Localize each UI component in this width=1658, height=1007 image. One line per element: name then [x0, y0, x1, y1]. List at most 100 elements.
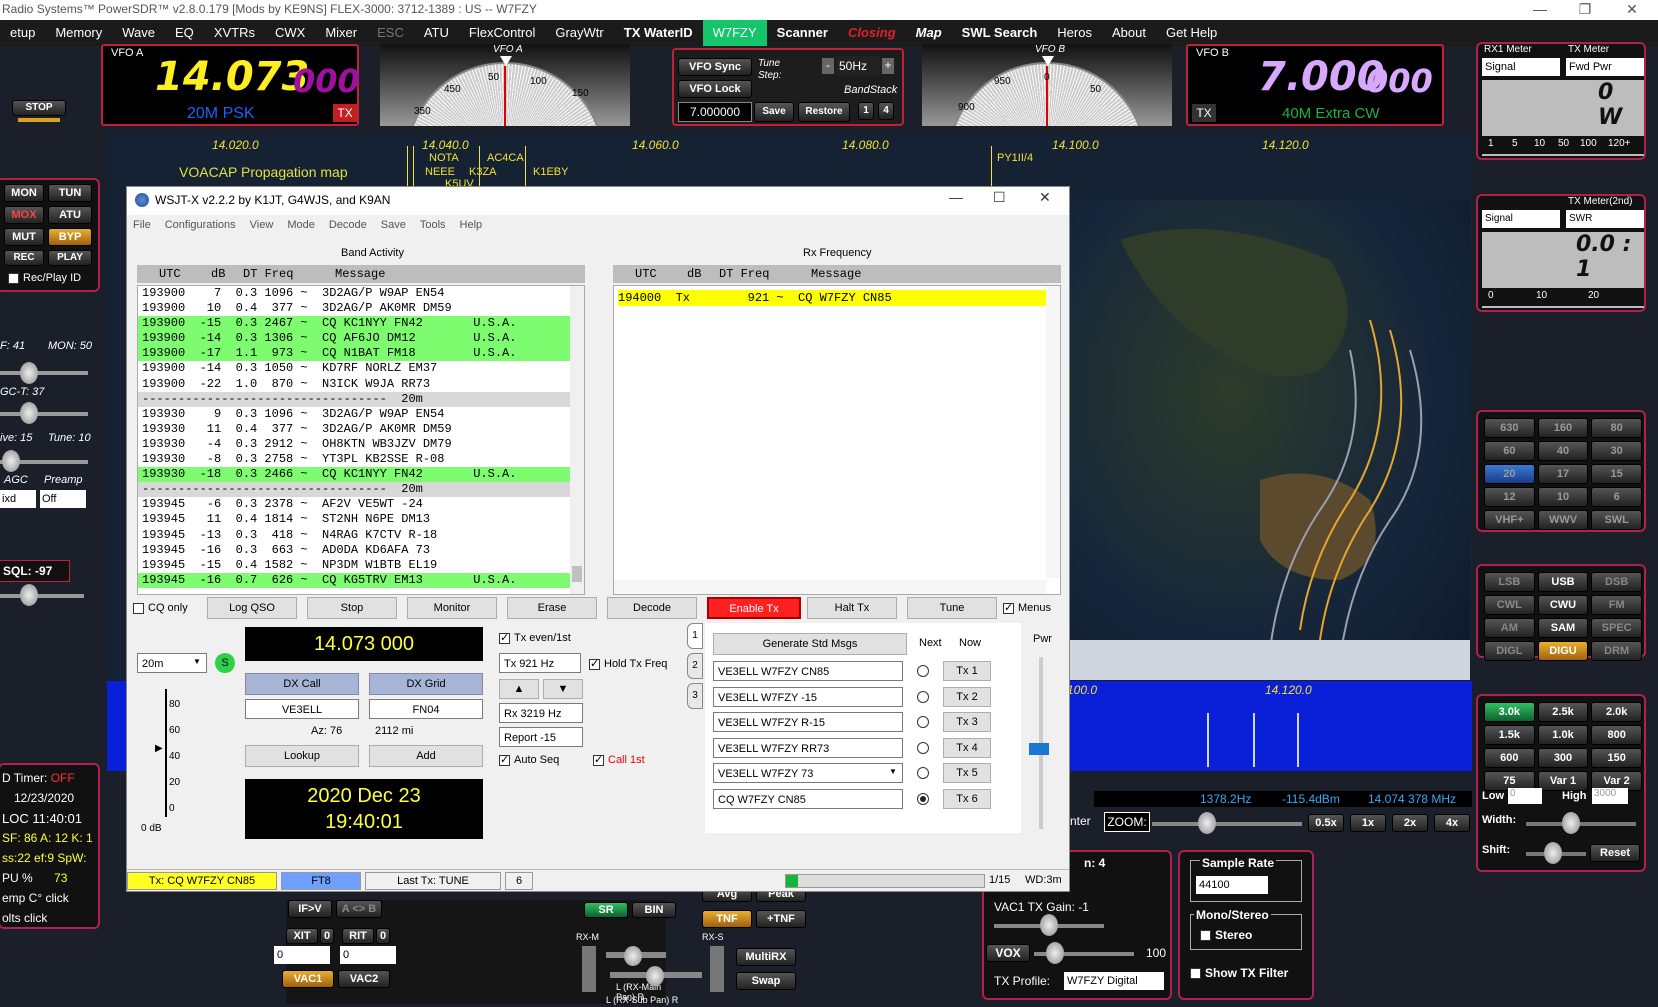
wsjt-menu-view[interactable]: View — [250, 219, 274, 231]
temp-info[interactable]: emp C° click — [2, 891, 69, 905]
band-button-15[interactable]: 15 — [1591, 464, 1642, 484]
tx-2-button[interactable]: Tx 2 — [943, 686, 991, 707]
decode-row[interactable]: 193945 11 0.4 1814 ~ ST2NH N6PE DM13 — [138, 512, 570, 527]
decode-row[interactable]: 193945 -6 0.3 2378 ~ AF2V VE5WT -24 — [138, 497, 570, 512]
dx-call-input[interactable]: VE3ELL — [245, 699, 359, 719]
atu-button[interactable]: ATU — [48, 206, 92, 224]
tx-meter-select[interactable]: Fwd Pwr — [1566, 58, 1644, 76]
xit-button[interactable]: XIT — [286, 928, 318, 944]
preamp-select[interactable]: Off — [40, 490, 86, 508]
report-spinbox[interactable]: Report -15 — [499, 727, 583, 747]
band-button-17[interactable]: 17 — [1537, 464, 1589, 484]
spot-k3za[interactable]: K3ZA — [469, 166, 497, 178]
add-button[interactable]: Add — [369, 745, 483, 767]
menu-item-9[interactable]: FlexControl — [459, 20, 545, 46]
vfo-a-display[interactable]: VFO A 14.073 000 20M PSK TX — [101, 44, 360, 126]
rit-button[interactable]: RIT — [342, 928, 374, 944]
erase-button[interactable]: Erase — [507, 597, 597, 619]
menu-item-8[interactable]: ATU — [414, 20, 459, 46]
next-tx-4-radio[interactable] — [917, 741, 929, 754]
spot-k1eby[interactable]: K1EBY — [533, 166, 568, 178]
minimize-icon[interactable]: — — [1520, 0, 1560, 20]
a-swap-b-button[interactable]: A <> B — [336, 900, 382, 918]
mode-button-am[interactable]: AM — [1484, 618, 1535, 638]
next-tx-3-radio[interactable] — [917, 716, 929, 728]
filter-button-300[interactable]: 300 — [1537, 748, 1589, 768]
stereo-checkbox[interactable] — [1200, 930, 1211, 942]
band-button-wwv[interactable]: WWV — [1537, 510, 1589, 530]
filter-reset-button[interactable]: Reset — [1590, 844, 1640, 862]
sr-button[interactable]: SR — [584, 902, 628, 918]
mut-button[interactable]: MUT — [4, 228, 44, 246]
tab-2[interactable]: 2 — [687, 653, 703, 679]
mode-button-cwu[interactable]: CWU — [1537, 595, 1589, 615]
zoom-slider[interactable] — [1198, 812, 1216, 834]
menu-item-13[interactable]: Scanner — [767, 20, 838, 46]
vox-button[interactable]: VOX — [986, 944, 1030, 962]
vfo-b-dial[interactable]: VFO B 950 0 50 900 — [922, 44, 1172, 126]
tab-1[interactable]: 1 — [687, 623, 703, 649]
swap-button[interactable]: Swap — [736, 972, 796, 990]
vfo-a-freq-sub[interactable]: 000 — [293, 62, 360, 100]
tx-meter-2nd-select-1[interactable]: Signal — [1482, 210, 1560, 228]
multirx-button[interactable]: MultiRX — [736, 948, 796, 966]
tune-step-minus-button[interactable]: - — [822, 58, 834, 74]
tx-6-button[interactable]: Tx 6 — [943, 788, 991, 809]
byp-button[interactable]: BYP — [48, 228, 92, 246]
decode-row[interactable]: 193945 -16 0.7 626 ~ CQ KG5TRV EM13 U.S.… — [138, 572, 570, 588]
vfo-b-freq-sub[interactable]: 000 — [1366, 62, 1433, 100]
filter-high-input[interactable]: 3000 — [1592, 788, 1628, 804]
filter-button-150[interactable]: 150 — [1591, 748, 1642, 768]
band-button-swl[interactable]: SWL — [1591, 510, 1642, 530]
halt-tx-button[interactable]: Halt Tx — [807, 597, 897, 619]
mon-button[interactable]: MON — [4, 184, 44, 202]
menu-item-1[interactable]: Memory — [45, 20, 112, 46]
filter-button-2-0k[interactable]: 2.0k — [1591, 702, 1642, 722]
mode-button-spec[interactable]: SPEC — [1591, 618, 1642, 638]
tx-message-2-input[interactable]: VE3ELL W7FZY -15 — [713, 686, 903, 707]
menus-checkbox[interactable] — [1003, 601, 1014, 615]
rec-play-id-checkbox[interactable] — [8, 272, 19, 284]
rx-s-slider[interactable] — [710, 946, 724, 992]
rit-value-input[interactable]: 0 — [340, 946, 396, 964]
zoom-2x-button[interactable]: 2x — [1392, 814, 1428, 832]
wsjt-menu-save[interactable]: Save — [381, 219, 406, 231]
rx-frequency-list[interactable]: 194000 Tx 921 ~ CQ W7FZY CN85 — [613, 285, 1061, 595]
bin-button[interactable]: BIN — [632, 902, 676, 918]
band-button-6[interactable]: 6 — [1591, 487, 1642, 507]
decode-row[interactable]: 193900 -17 1.1 973 ~ CQ N1BAT FM18 U.S.A… — [138, 346, 570, 362]
tx-freq-spinbox[interactable]: Tx 921 Hz — [499, 653, 581, 673]
bandstack-1-button[interactable]: 1 — [858, 102, 874, 120]
enable-tx-button[interactable]: Enable Tx — [707, 597, 801, 619]
filter-width-slider[interactable] — [1562, 812, 1580, 834]
wsjt-close-icon[interactable]: ✕ — [1039, 189, 1051, 206]
menu-item-12[interactable]: W7FZY — [702, 20, 767, 46]
bandstack-save-button[interactable]: Save — [754, 102, 794, 122]
band-button-30[interactable]: 30 — [1591, 441, 1642, 461]
stop-button[interactable]: Stop — [307, 597, 397, 619]
tx-message-3-input[interactable]: VE3ELL W7FZY R-15 — [713, 712, 903, 732]
decode-row[interactable]: 193900 -15 0.3 2467 ~ CQ KC1NYY FN42 U.S… — [138, 316, 570, 332]
spot-ac4ca[interactable]: AC4CA — [487, 152, 524, 164]
rx-sub-pan-slider[interactable] — [646, 966, 664, 986]
mode-button-usb[interactable]: USB — [1537, 572, 1589, 592]
filter-button-800[interactable]: 800 — [1591, 725, 1642, 745]
zoom-4x-button[interactable]: 4x — [1434, 814, 1470, 832]
spot-py1ii[interactable]: PY1II/4 — [997, 152, 1033, 164]
close-icon[interactable]: ✕ — [1612, 0, 1652, 20]
decode-row[interactable]: 193900 10 0.4 377 ~ 3D2AG/P AK0MR DM59 — [138, 301, 570, 316]
vac2-button[interactable]: VAC2 — [338, 970, 390, 988]
bandstack-4-button[interactable]: 4 — [878, 102, 894, 120]
if-to-v-button[interactable]: IF>V — [288, 900, 332, 918]
af-slider[interactable] — [20, 362, 38, 384]
wsjt-maximize-icon[interactable]: ☐ — [993, 189, 1006, 206]
wsjt-menu-mode[interactable]: Mode — [287, 219, 315, 231]
menu-item-0[interactable]: etup — [0, 20, 45, 46]
band-button-12[interactable]: 12 — [1484, 487, 1535, 507]
stop-button[interactable]: STOP — [12, 100, 66, 116]
menu-item-7[interactable]: ESC — [367, 20, 414, 46]
wsjt-menu-help[interactable]: Help — [460, 219, 483, 231]
filter-button-2-5k[interactable]: 2.5k — [1537, 702, 1589, 722]
tx-1-button[interactable]: Tx 1 — [943, 661, 991, 681]
band-button-60[interactable]: 60 — [1484, 441, 1535, 461]
